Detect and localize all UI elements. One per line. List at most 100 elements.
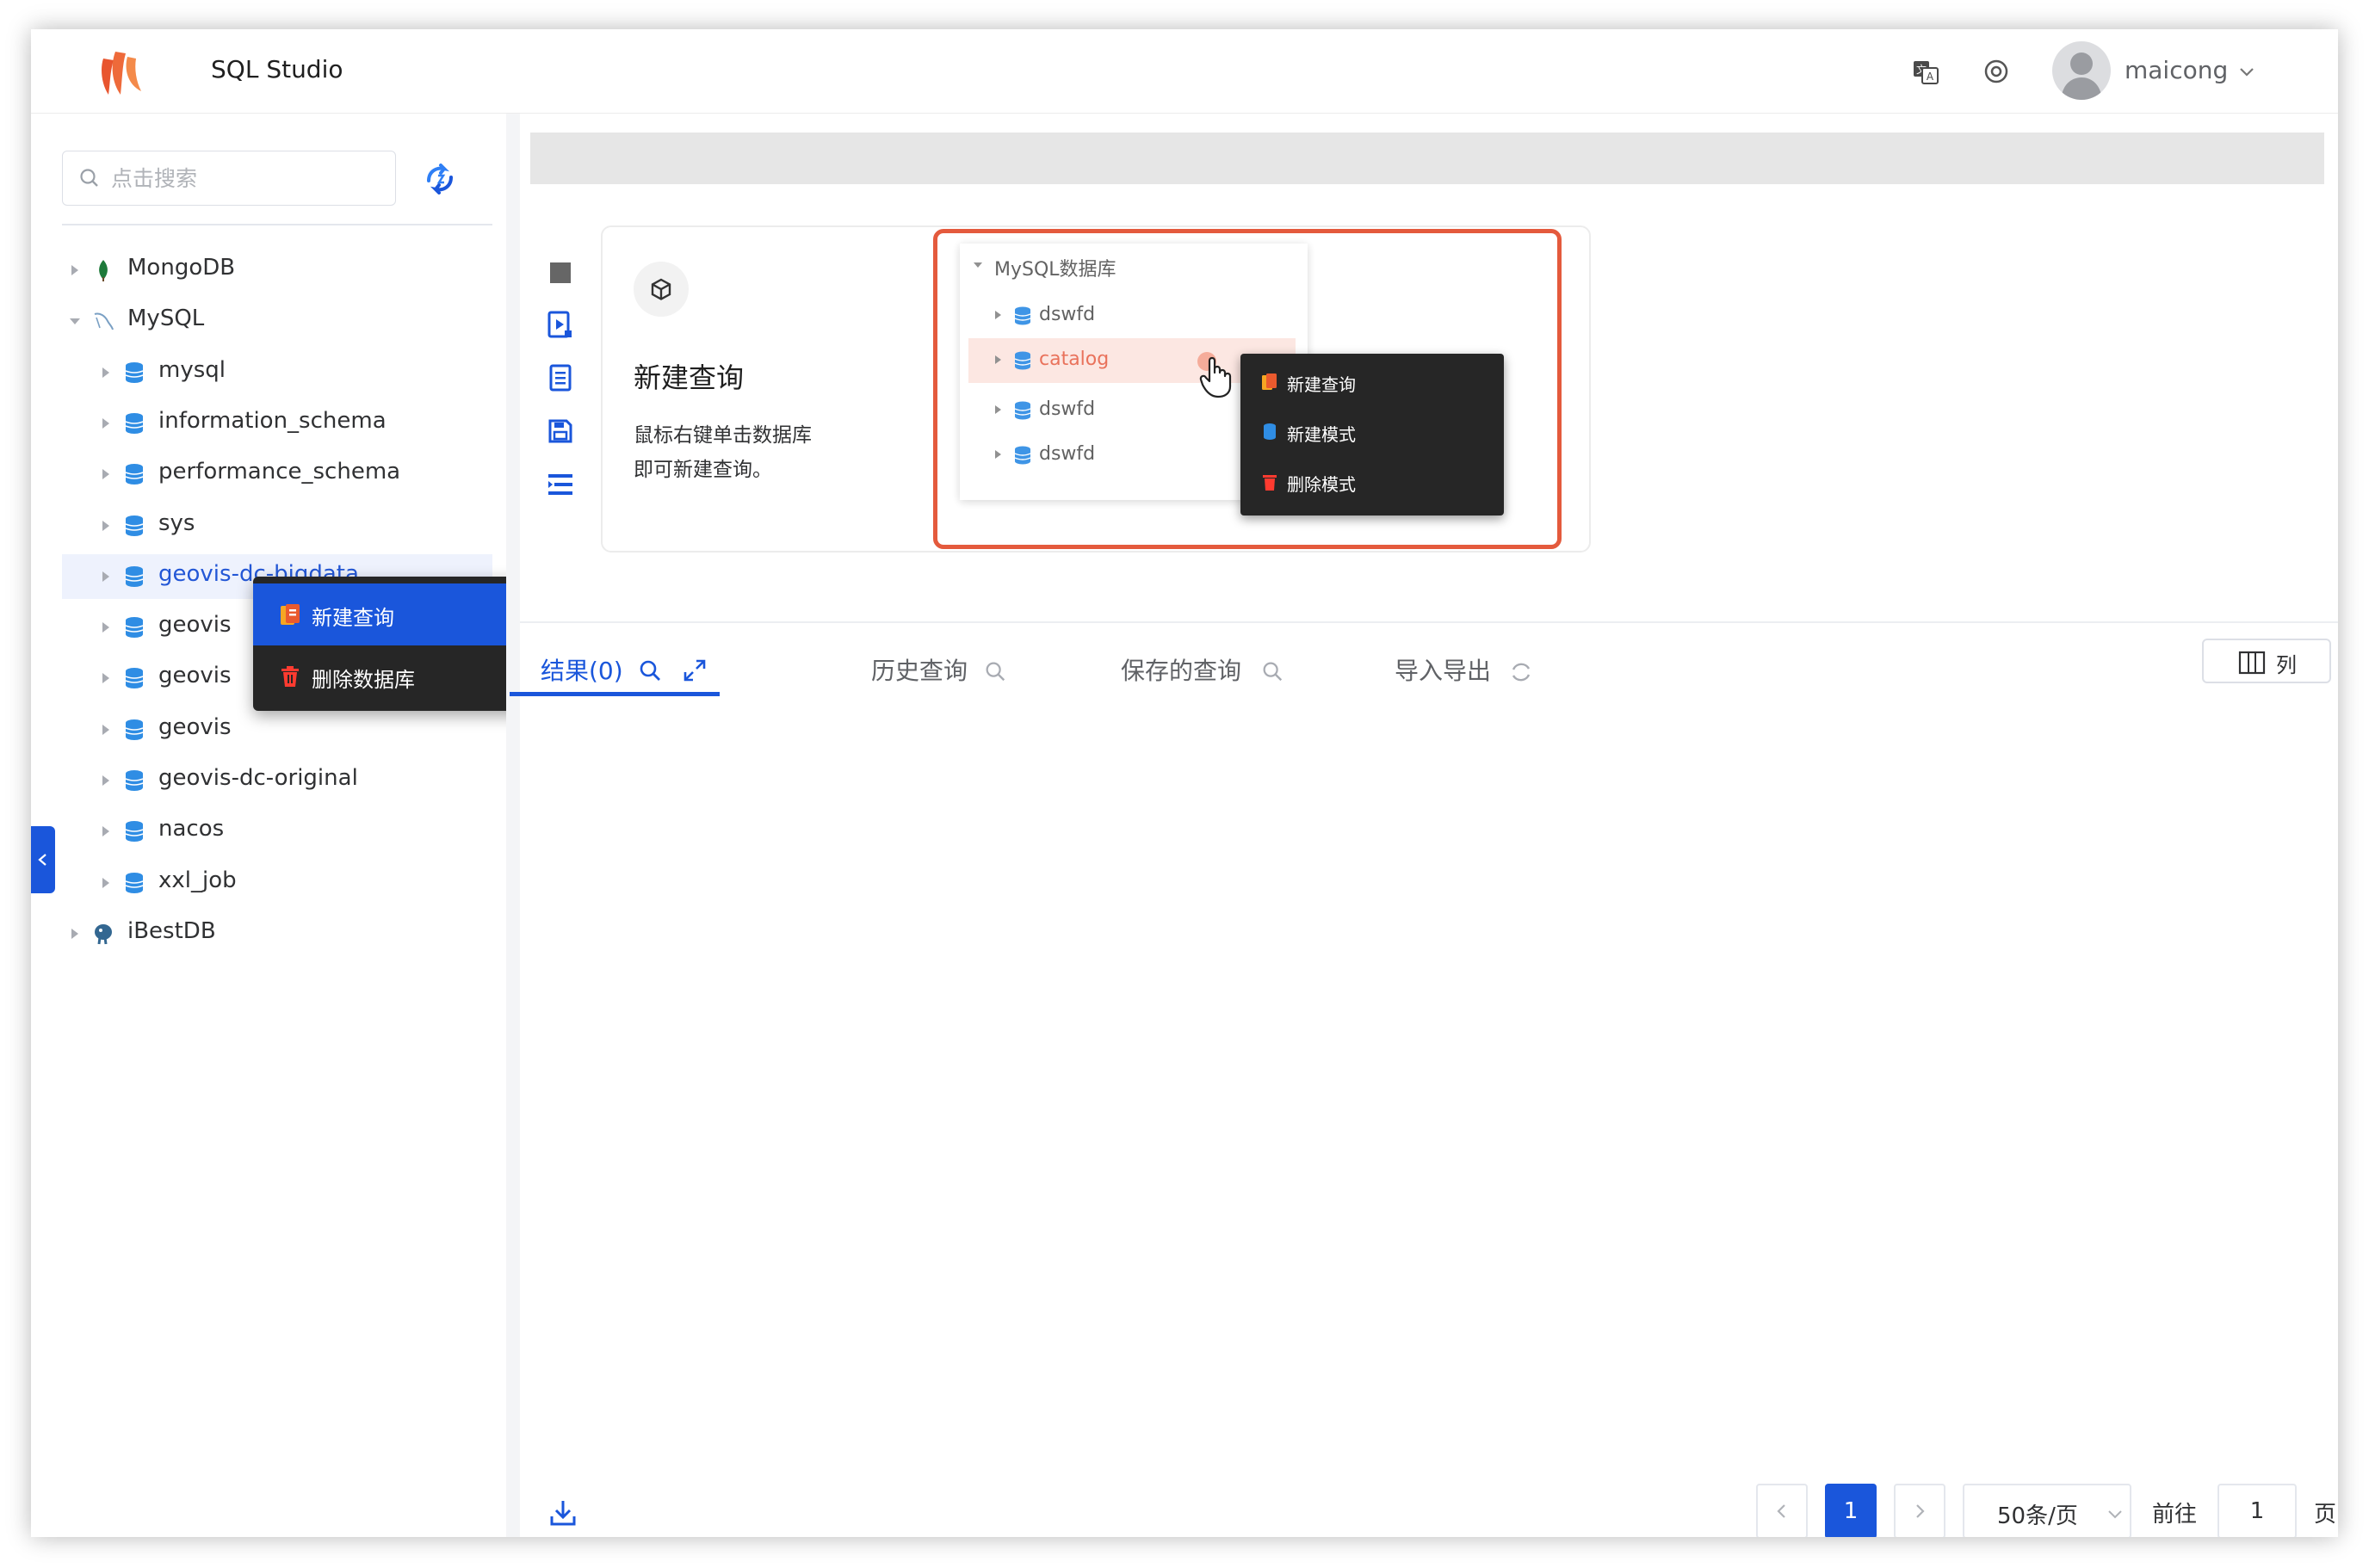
tab-history[interactable]: 历史查询	[871, 647, 1035, 699]
menu-item-label: 删除数据库	[312, 668, 415, 692]
caret-right-icon[interactable]	[100, 775, 112, 787]
download-icon[interactable]	[547, 1497, 578, 1528]
caret-right-icon[interactable]	[100, 621, 112, 633]
tree-item-label: geovis-dc-original	[158, 765, 358, 791]
goto-page-input[interactable]	[2217, 1484, 2297, 1537]
search-icon[interactable]	[1260, 659, 1284, 683]
prev-page-button[interactable]	[1756, 1484, 1808, 1537]
tree-item[interactable]: iBestDB	[62, 911, 492, 956]
demo-menu-item: 新建查询	[1240, 359, 1504, 409]
search-input[interactable]	[111, 162, 387, 194]
demo-menu-label: 新建查询	[1287, 374, 1356, 395]
app-window: SQL Studio 文 A maicong	[31, 29, 2338, 1537]
divider	[62, 224, 492, 225]
columns-icon	[2238, 651, 2266, 675]
demo-root-label: MySQL数据库	[994, 259, 1116, 281]
database-icon	[125, 464, 144, 485]
caret-right-icon[interactable]	[100, 825, 112, 837]
demo-row: dswfd	[960, 293, 1308, 338]
mysql-dolphin-icon	[94, 312, 114, 330]
postgres-elephant-icon	[95, 923, 112, 945]
demo-row-label: dswfd	[1039, 398, 1096, 420]
panel-gap	[506, 114, 520, 1537]
tree-item[interactable]: mysql	[62, 350, 492, 395]
translate-icon[interactable]: 文 A	[1911, 57, 1940, 86]
caret-right-icon[interactable]	[100, 672, 112, 684]
tree-item[interactable]: xxl_job	[62, 861, 492, 905]
caret-right-icon[interactable]	[100, 877, 112, 889]
database-icon	[125, 565, 144, 587]
tree-item-label: MySQL	[127, 306, 205, 332]
tree-item-label: xxl_job	[158, 867, 237, 893]
search-icon[interactable]	[983, 659, 1007, 683]
header: SQL Studio 文 A maicong	[31, 29, 2338, 114]
refresh-icon[interactable]	[424, 164, 456, 194]
collapse-sidebar-button[interactable]	[31, 826, 55, 893]
demo-row-label: dswfd	[1039, 443, 1096, 465]
tab-label: 保存的查询	[1121, 657, 1242, 685]
trash-icon	[1263, 475, 1277, 491]
run-query-icon[interactable]	[546, 310, 575, 339]
caret-right-icon[interactable]	[100, 468, 112, 480]
caret-right-icon[interactable]	[100, 367, 112, 379]
list-icon[interactable]	[546, 470, 575, 499]
caret-right-icon[interactable]	[69, 264, 81, 276]
tree-item[interactable]: geovis	[62, 707, 492, 752]
caret-right-icon[interactable]	[100, 571, 112, 583]
tab-import-export[interactable]: 导入导出	[1395, 647, 1558, 699]
refresh-icon[interactable]	[1508, 659, 1534, 685]
database-icon	[1014, 351, 1031, 370]
database-icon	[125, 515, 144, 536]
tree-item-label: geovis	[158, 663, 232, 689]
tab-label: 导入导出	[1395, 657, 1492, 685]
tab-results[interactable]: 结果(0)	[541, 647, 721, 699]
tree-item[interactable]: geovis-dc-original	[62, 758, 492, 803]
caret-right-icon	[995, 450, 1001, 459]
caret-right-icon[interactable]	[69, 928, 81, 940]
help-description: 鼠标右键单击数据库 即可新建查询。	[634, 418, 812, 487]
page-number-button[interactable]: 1	[1825, 1484, 1877, 1537]
tab-saved-queries[interactable]: 保存的查询	[1121, 647, 1310, 699]
database-icon	[125, 361, 144, 383]
search-box[interactable]	[62, 151, 396, 206]
save-icon[interactable]	[546, 417, 575, 446]
tree-item[interactable]: performance_schema	[62, 452, 492, 497]
columns-button[interactable]: 列	[2202, 639, 2331, 683]
tree-item[interactable]: MySQL	[62, 299, 492, 343]
next-page-button[interactable]	[1894, 1484, 1945, 1537]
new-query-icon	[281, 604, 300, 625]
chevron-right-icon	[1916, 1504, 1925, 1518]
chevron-down-icon[interactable]	[2237, 62, 2256, 81]
tree-item[interactable]: MongoDB	[62, 248, 492, 293]
caret-right-icon[interactable]	[100, 520, 112, 532]
chevron-left-icon	[38, 854, 46, 866]
demo-row-label: dswfd	[1039, 304, 1096, 325]
tree-item[interactable]: information_schema	[62, 401, 492, 446]
svg-text:A: A	[1927, 71, 1934, 83]
settings-icon[interactable]	[1982, 57, 2011, 86]
caret-right-icon[interactable]	[100, 724, 112, 736]
goto-label: 前往	[2152, 1502, 2198, 1528]
tree-item-label: information_schema	[158, 407, 387, 434]
tree-item[interactable]: nacos	[62, 809, 492, 854]
username[interactable]: maicong	[2125, 56, 2228, 84]
help-title: 新建查询	[634, 361, 745, 394]
demo-root-row: MySQL数据库	[960, 244, 1308, 288]
caret-right-icon[interactable]	[100, 417, 112, 429]
new-query-icon	[1262, 373, 1277, 390]
search-icon[interactable]	[637, 657, 663, 683]
database-icon	[125, 412, 144, 434]
tree-item[interactable]: sys	[62, 503, 492, 548]
database-icon	[125, 668, 144, 689]
expand-icon[interactable]	[682, 657, 708, 683]
caret-down-icon[interactable]	[69, 315, 81, 327]
help-card: 新建查询 鼠标右键单击数据库 即可新建查询。 MySQL数据库 dswfd ca…	[601, 225, 1591, 553]
format-sql-icon[interactable]	[546, 363, 575, 392]
stop-icon[interactable]	[546, 258, 575, 287]
page-size-value: 50条/页	[1997, 1503, 2078, 1529]
demo-menu-label: 删除模式	[1287, 474, 1356, 495]
avatar[interactable]	[2052, 41, 2111, 100]
chevron-down-icon	[2108, 1510, 2122, 1519]
page-size-select[interactable]: 50条/页	[1963, 1484, 2131, 1537]
chevron-left-icon	[1777, 1504, 1785, 1518]
